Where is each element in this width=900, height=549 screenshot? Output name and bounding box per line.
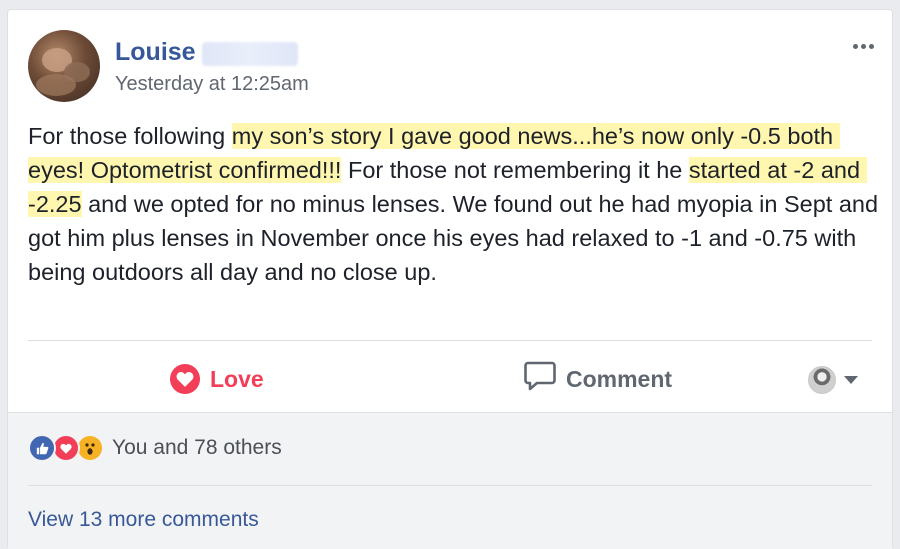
caret-down-icon — [844, 376, 858, 384]
like-icon — [28, 434, 56, 462]
reactions-summary[interactable]: You and 78 others — [28, 433, 282, 463]
post-actions-bar: Love Comment — [28, 348, 872, 410]
author-avatar[interactable] — [28, 30, 100, 102]
comment-icon — [524, 361, 556, 397]
post-card: Louise Yesterday at 12:25am For those fo… — [7, 9, 893, 549]
footer-divider — [28, 485, 872, 486]
post-header: Louise Yesterday at 12:25am — [28, 30, 878, 104]
redacted-surname — [202, 42, 298, 66]
more-dots-icon — [852, 43, 858, 49]
wow-icon — [76, 434, 104, 462]
post-text-segment: For those following — [28, 123, 232, 149]
post-footer: You and 78 others View 13 more comments — [8, 412, 892, 549]
love-label: Love — [210, 365, 264, 392]
post-text-segment: and we opted for no minus lenses. We fou… — [28, 191, 885, 285]
love-icon — [52, 434, 80, 462]
heart-icon — [170, 364, 200, 394]
comment-button[interactable]: Comment — [524, 348, 672, 410]
view-more-comments-link[interactable]: View 13 more comments — [28, 507, 259, 533]
actions-divider — [28, 340, 872, 341]
author-name[interactable]: Louise — [115, 37, 196, 67]
comment-label: Comment — [566, 365, 673, 392]
viewer-avatar — [808, 366, 836, 394]
post-body: For those following my son’s story I gav… — [28, 119, 880, 289]
post-as-selector[interactable] — [808, 366, 858, 394]
reactions-count[interactable]: You and 78 others — [112, 433, 282, 463]
post-text-segment: For those not remembering it he — [341, 157, 689, 183]
love-button[interactable]: Love — [170, 348, 264, 410]
more-options-button[interactable] — [848, 38, 878, 54]
post-timestamp[interactable]: Yesterday at 12:25am — [115, 72, 309, 96]
